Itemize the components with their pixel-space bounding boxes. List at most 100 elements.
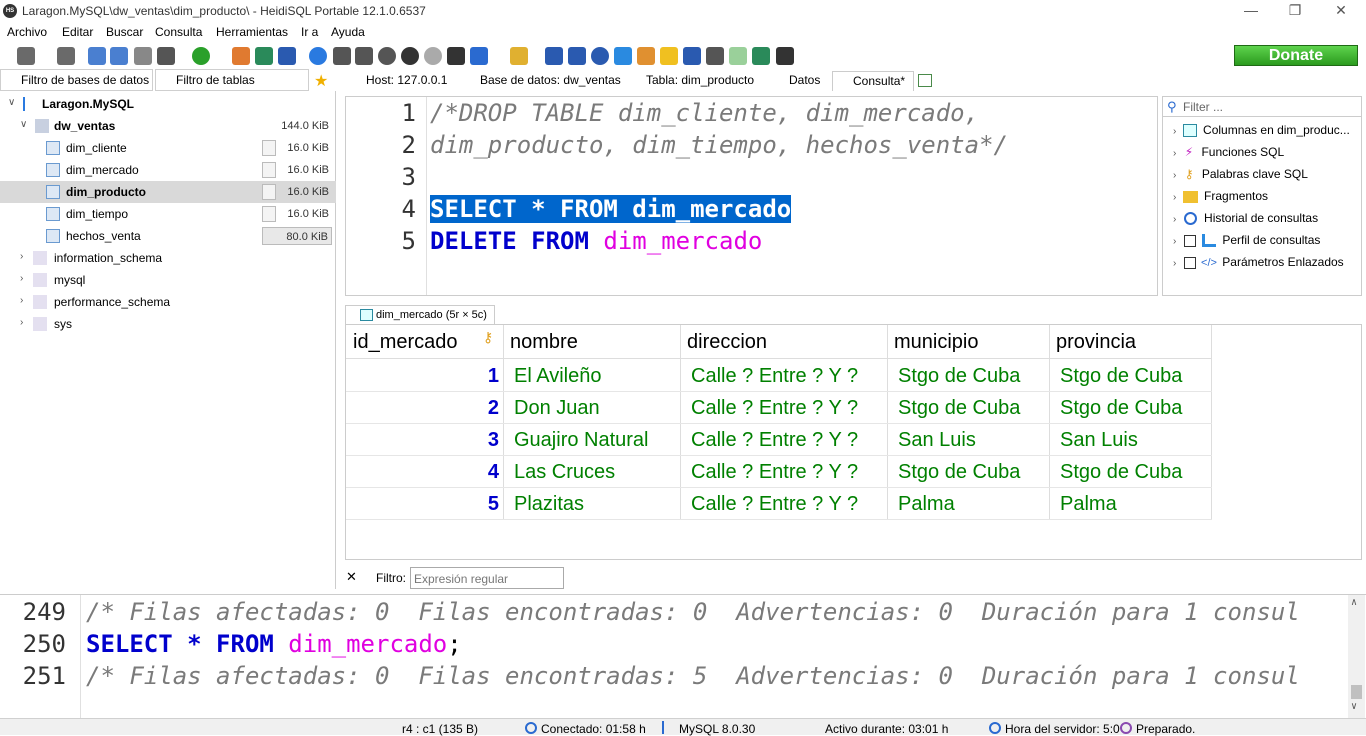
tree-table-row[interactable]: hechos_venta 80.0 KiB xyxy=(0,225,336,247)
replace-icon[interactable] xyxy=(614,47,632,65)
cell-id[interactable]: 4 xyxy=(466,456,499,488)
tab-database[interactable]: Base de datos: dw_ventas xyxy=(460,71,622,91)
new-query-tab-icon[interactable] xyxy=(918,74,932,87)
cell-direccion[interactable]: Calle ? Entre ? Y ? xyxy=(691,488,858,520)
cell-direccion[interactable]: Calle ? Entre ? Y ? xyxy=(691,392,858,424)
column-header[interactable]: provincia xyxy=(1056,331,1136,354)
add-row-icon[interactable] xyxy=(378,47,396,65)
scroll-thumb[interactable] xyxy=(1351,685,1362,699)
wrap-icon[interactable] xyxy=(706,47,724,65)
cell-provincia[interactable]: San Luis xyxy=(1060,424,1138,456)
refresh-icon[interactable] xyxy=(192,47,210,65)
disconnect-icon[interactable] xyxy=(57,47,75,65)
binary-icon[interactable] xyxy=(683,47,701,65)
cell-nombre[interactable]: Las Cruces xyxy=(514,456,615,488)
user-manager-icon[interactable] xyxy=(232,47,250,65)
warning-icon[interactable] xyxy=(660,47,678,65)
delete-row-icon[interactable] xyxy=(401,47,419,65)
close-tab-icon[interactable] xyxy=(776,47,794,65)
tree-db-row[interactable]: › performance_schema xyxy=(0,291,336,313)
post-icon[interactable] xyxy=(424,47,442,65)
last-icon[interactable] xyxy=(355,47,373,65)
cell-municipio[interactable]: Stgo de Cuba xyxy=(898,456,1020,488)
chevron-right-icon[interactable]: › xyxy=(20,273,23,284)
cell-nombre[interactable]: Don Juan xyxy=(514,392,600,424)
menu-consulta[interactable]: Consulta xyxy=(155,25,202,39)
format-icon[interactable] xyxy=(637,47,655,65)
tab-host[interactable]: Host: 127.0.0.1 xyxy=(346,71,458,91)
star-icon[interactable]: ★ xyxy=(314,71,328,91)
chevron-right-icon[interactable]: › xyxy=(20,295,23,306)
helper-filter-input[interactable]: ⚲ Filter ... xyxy=(1163,97,1361,117)
helper-item-keywords[interactable]: › ⚷ Palabras clave SQL xyxy=(1173,167,1308,189)
undo-icon[interactable] xyxy=(134,47,152,65)
menu-editar[interactable]: Editar xyxy=(62,25,93,39)
close-window-button[interactable]: ✕ xyxy=(1326,2,1356,19)
tree-db-row[interactable]: › sys xyxy=(0,313,336,335)
save-as-icon[interactable] xyxy=(568,47,586,65)
snippet-icon[interactable] xyxy=(752,47,770,65)
cell-nombre[interactable]: Plazitas xyxy=(514,488,584,520)
minimize-button[interactable]: — xyxy=(1236,2,1266,18)
sync-icon[interactable] xyxy=(729,47,747,65)
tree-table-row[interactable]: dim_cliente 16.0 KiB xyxy=(0,137,336,159)
paste-icon[interactable] xyxy=(110,47,128,65)
tab-data[interactable]: Datos xyxy=(769,71,829,91)
cell-id[interactable]: 3 xyxy=(466,424,499,456)
cancel-icon[interactable] xyxy=(447,47,465,65)
profile-checkbox[interactable] xyxy=(1183,234,1196,247)
menu-herramientas[interactable]: Herramientas xyxy=(216,25,288,39)
menu-ayuda[interactable]: Ayuda xyxy=(331,25,365,39)
params-checkbox[interactable] xyxy=(1183,256,1196,269)
menu-ir-a[interactable]: Ir a xyxy=(301,25,318,39)
tree-table-row[interactable]: dim_mercado 16.0 KiB xyxy=(0,159,336,181)
cell-direccion[interactable]: Calle ? Entre ? Y ? xyxy=(691,424,858,456)
chevron-down-icon[interactable]: ∨ xyxy=(1351,701,1357,712)
cell-municipio[interactable]: Stgo de Cuba xyxy=(898,360,1020,392)
helper-item-snippets[interactable]: › Fragmentos xyxy=(1173,189,1268,211)
helper-item-params[interactable]: › </> Parámetros Enlazados xyxy=(1173,255,1344,277)
log-scrollbar[interactable]: ∧ ∨ xyxy=(1348,595,1365,718)
cell-municipio[interactable]: Palma xyxy=(898,488,955,520)
sql-editor[interactable]: 1 2 3 4 5 /*DROP TABLE dim_cliente, dim_… xyxy=(345,96,1158,296)
chevron-right-icon[interactable]: › xyxy=(20,317,23,328)
chevron-down-icon[interactable]: ∨ xyxy=(20,119,27,130)
search-icon[interactable] xyxy=(591,47,609,65)
chevron-right-icon[interactable]: › xyxy=(20,251,23,262)
cell-nombre[interactable]: El Avileño xyxy=(514,360,601,392)
run-icon[interactable] xyxy=(470,47,488,65)
cell-direccion[interactable]: Calle ? Entre ? Y ? xyxy=(691,360,858,392)
filter-input[interactable]: Expresión regular xyxy=(410,567,564,589)
cell-nombre[interactable]: Guajiro Natural xyxy=(514,424,649,456)
tree-root[interactable]: ∨ Laragon.MySQL xyxy=(0,93,336,115)
export-icon[interactable] xyxy=(255,47,273,65)
helper-item-functions[interactable]: › ⚡ Funciones SQL xyxy=(1173,145,1284,167)
menu-archivo[interactable]: Archivo xyxy=(7,25,47,39)
help-icon[interactable] xyxy=(309,47,327,65)
chevron-down-icon[interactable]: ∨ xyxy=(8,97,15,108)
column-header[interactable]: municipio xyxy=(894,331,978,354)
db-filter-input[interactable]: Filtro de bases de datos xyxy=(0,69,153,91)
tree-table-row[interactable]: dim_tiempo 16.0 KiB xyxy=(0,203,336,225)
tree-db-row[interactable]: › mysql xyxy=(0,269,336,291)
tab-query[interactable]: Consulta* xyxy=(832,71,914,91)
helper-item-columns[interactable]: › Columnas en dim_produc... xyxy=(1173,123,1350,145)
column-header[interactable]: direccion xyxy=(687,331,767,354)
first-icon[interactable] xyxy=(333,47,351,65)
cell-provincia[interactable]: Palma xyxy=(1060,488,1117,520)
cell-id[interactable]: 1 xyxy=(466,360,499,392)
tree-table-row-selected[interactable]: dim_producto 16.0 KiB xyxy=(0,181,336,203)
cell-municipio[interactable]: San Luis xyxy=(898,424,976,456)
import-icon[interactable] xyxy=(278,47,296,65)
save-icon[interactable] xyxy=(545,47,563,65)
cell-direccion[interactable]: Calle ? Entre ? Y ? xyxy=(691,456,858,488)
restore-button[interactable]: ❐ xyxy=(1280,2,1310,19)
result-grid[interactable]: id_mercado ⚷ nombre direccion municipio … xyxy=(345,324,1362,560)
cell-id[interactable]: 5 xyxy=(466,488,499,520)
tab-table[interactable]: Tabla: dim_producto xyxy=(626,71,766,91)
cell-provincia[interactable]: Stgo de Cuba xyxy=(1060,456,1182,488)
helper-item-history[interactable]: › Historial de consultas xyxy=(1173,211,1318,233)
print-icon[interactable] xyxy=(157,47,175,65)
cell-municipio[interactable]: Stgo de Cuba xyxy=(898,392,1020,424)
result-tab[interactable]: dim_mercado (5r × 5c) xyxy=(345,305,495,325)
